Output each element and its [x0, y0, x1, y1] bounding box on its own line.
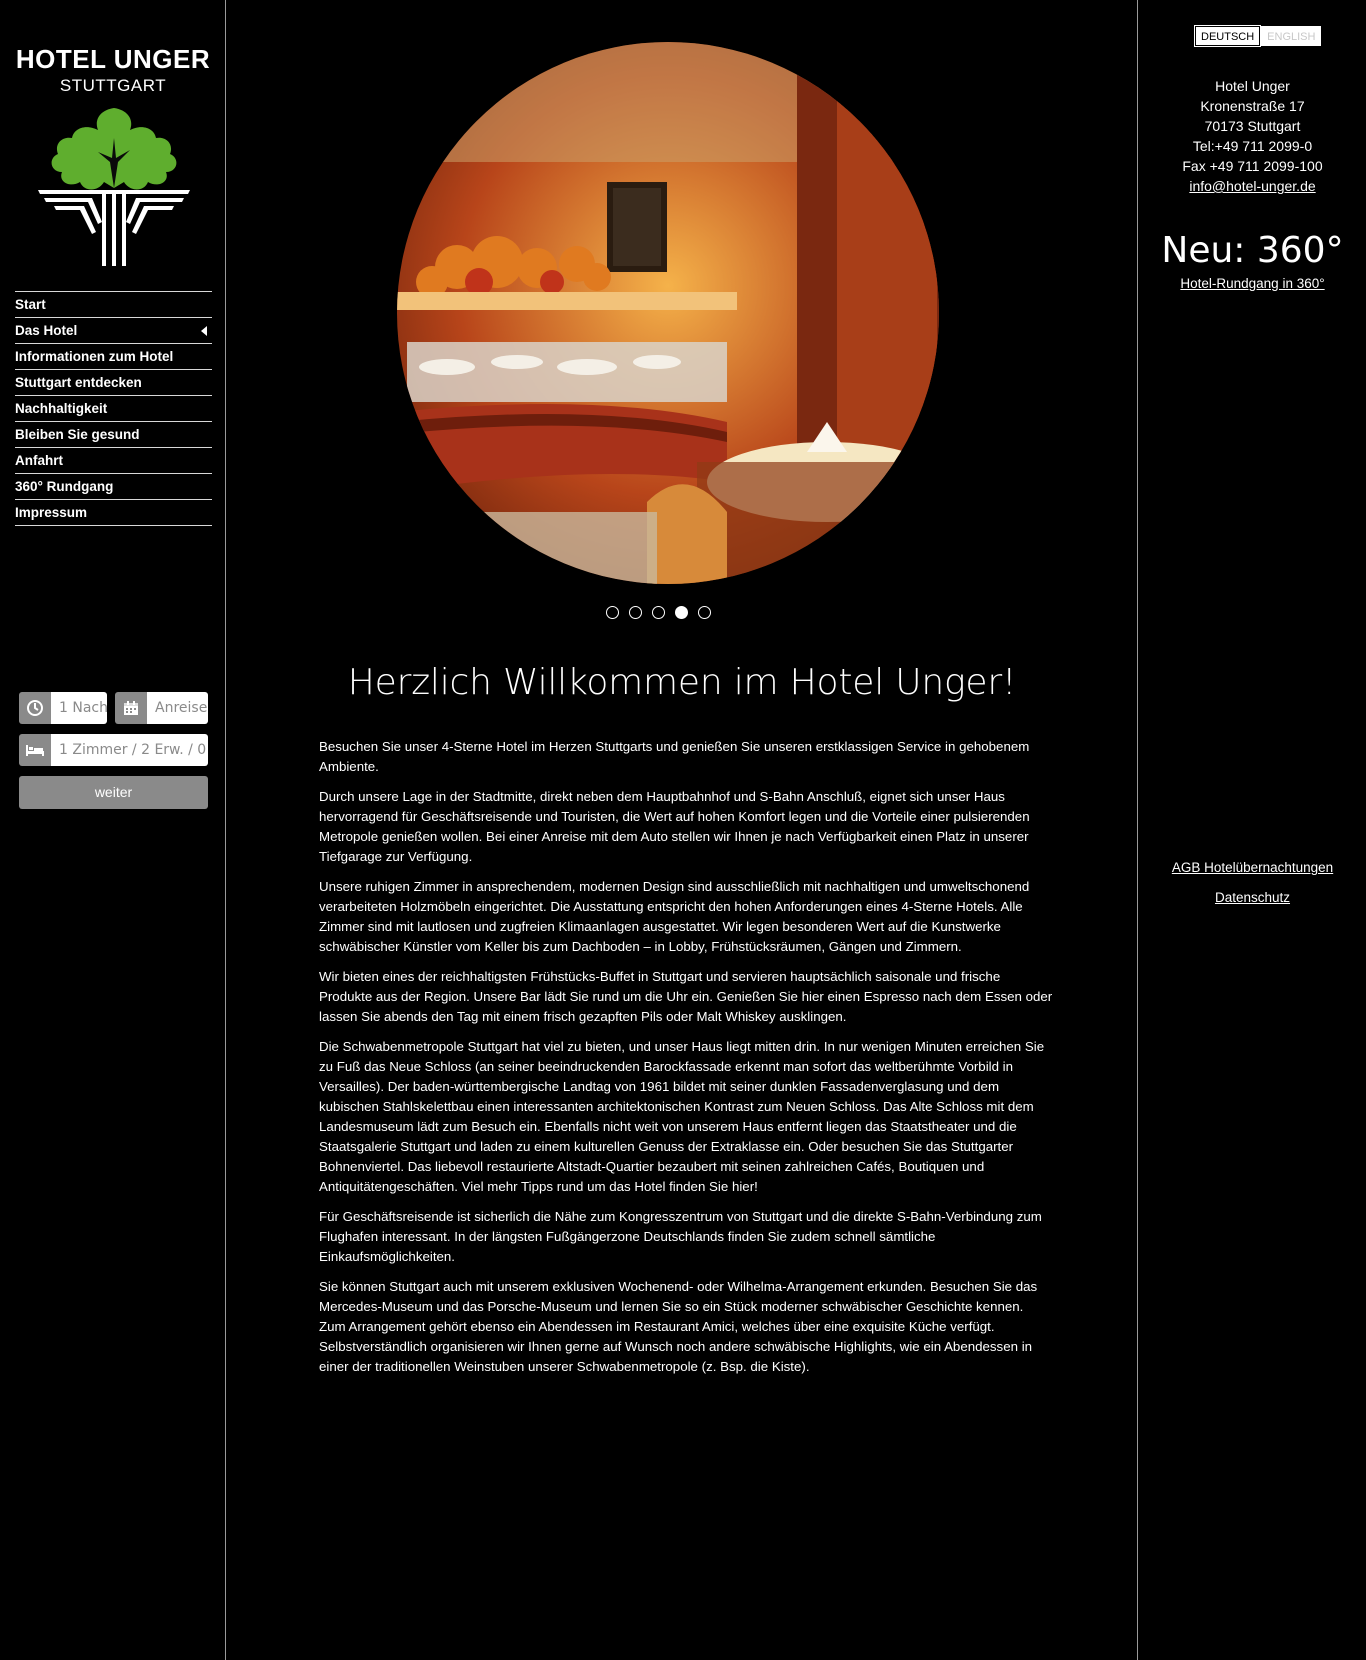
- paragraph: Für Geschäftsreisende ist sicherlich die…: [319, 1209, 1042, 1264]
- nav-item-label: Das Hotel: [15, 323, 78, 338]
- nav-item-360-rundgang[interactable]: 360° Rundgang: [15, 473, 212, 499]
- rooms-guests-field[interactable]: 1 Zimmer / 2 Erw. / 0: [51, 734, 208, 766]
- nav-item-informationen[interactable]: Informationen zum Hotel: [15, 343, 212, 369]
- nav-item-anfahrt[interactable]: Anfahrt: [15, 447, 212, 473]
- slider-pagination: [606, 606, 711, 619]
- address-name: Hotel Unger: [1215, 78, 1290, 94]
- paragraph: Sie können Stuttgart auch mit unserem ex…: [319, 1279, 1038, 1374]
- booking-row-rooms: 1 Zimmer / 2 Erw. / 0: [19, 734, 208, 766]
- nav-item-start[interactable]: Start: [15, 291, 212, 317]
- main-nav: Start Das Hotel Informationen zum Hotel …: [15, 291, 212, 526]
- paragraph: Die Schwabenmetropole Stuttgart hat viel…: [319, 1039, 1045, 1194]
- nav-item-stuttgart-entdecken[interactable]: Stuttgart entdecken: [15, 369, 212, 395]
- hotel-logo-title[interactable]: HOTEL UNGER: [0, 44, 226, 75]
- calendar-icon: [115, 692, 147, 724]
- nav-item-das-hotel[interactable]: Das Hotel: [15, 317, 212, 343]
- nav-item-label: Start: [15, 297, 46, 312]
- nav-item-label: Bleiben Sie gesund: [15, 427, 140, 442]
- paragraph: Besuchen Sie unser 4-Sterne Hotel im Her…: [319, 739, 1030, 774]
- clock-icon: [19, 692, 51, 724]
- nav-item-label: Nachhaltigkeit: [15, 401, 108, 416]
- lang-english-button[interactable]: ENGLISH: [1261, 26, 1322, 46]
- main-content: Herzlich Willkommen im Hotel Unger! Besu…: [227, 0, 1137, 1660]
- lang-deutsch-button[interactable]: DEUTSCH: [1193, 25, 1262, 47]
- paragraph: Durch unsere Lage in der Stadtmitte, dir…: [319, 789, 1030, 864]
- hotel-logo-subtitle[interactable]: STUTTGART: [0, 76, 226, 96]
- email-link[interactable]: info@hotel-unger.de: [1189, 178, 1315, 194]
- slider-dot[interactable]: [652, 606, 665, 619]
- neu-360-heading: Neu: 360°: [1161, 230, 1344, 271]
- nav-item-label: Informationen zum Hotel: [15, 349, 174, 364]
- nights-field[interactable]: 1 Nacht: [51, 692, 107, 724]
- caret-left-icon: [201, 326, 207, 336]
- datenschutz-link[interactable]: Datenschutz: [1215, 890, 1290, 905]
- slider-dot[interactable]: [606, 606, 619, 619]
- hotel-address: Hotel Unger Kronenstraße 17 70173 Stuttg…: [1138, 76, 1366, 196]
- booking-row-dates: 1 Nacht Anreise: [19, 692, 208, 724]
- arrival-field[interactable]: Anreise: [147, 692, 208, 724]
- hotel-rundgang-360-link[interactable]: Hotel-Rundgang in 360°: [1180, 276, 1324, 291]
- bed-icon: [19, 734, 51, 766]
- welcome-text: Besuchen Sie unser 4-Sterne Hotel im Her…: [319, 737, 1053, 1387]
- tree-logo-icon[interactable]: [38, 102, 190, 268]
- page-title: Herzlich Willkommen im Hotel Unger!: [347, 662, 1017, 703]
- address-city: 70173 Stuttgart: [1204, 118, 1301, 134]
- paragraph: Unsere ruhigen Zimmer in ansprechendem, …: [319, 879, 1030, 954]
- slider-dot[interactable]: [698, 606, 711, 619]
- nav-item-label: Impressum: [15, 505, 88, 520]
- language-switcher: DEUTSCH ENGLISH: [1193, 25, 1322, 47]
- nav-item-label: Anfahrt: [15, 453, 63, 468]
- left-sidebar: HOTEL UNGER STUTTGART Start Das Hotel In…: [0, 0, 226, 1660]
- hero-slider-image[interactable]: [397, 42, 939, 584]
- nav-item-label: Stuttgart entdecken: [15, 375, 142, 390]
- paragraph: Wir bieten eines der reichhaltigsten Frü…: [319, 969, 1053, 1024]
- address-street: Kronenstraße 17: [1200, 98, 1305, 114]
- agb-link[interactable]: AGB Hotelübernachtungen: [1172, 860, 1333, 875]
- nav-item-nachhaltigkeit[interactable]: Nachhaltigkeit: [15, 395, 212, 421]
- nav-item-label: 360° Rundgang: [15, 479, 114, 494]
- slider-dot-active[interactable]: [675, 606, 688, 619]
- nav-item-impressum[interactable]: Impressum: [15, 499, 212, 526]
- slider-dot[interactable]: [629, 606, 642, 619]
- right-sidebar: DEUTSCH ENGLISH Hotel Unger Kronenstraße…: [1137, 0, 1366, 1660]
- address-tel: Tel:+49 711 2099-0: [1192, 138, 1313, 154]
- booking-submit-button[interactable]: weiter: [19, 776, 208, 809]
- breakfast-buffet-photo: [397, 42, 939, 584]
- address-fax: Fax +49 711 2099-100: [1182, 158, 1323, 174]
- nav-item-bleiben-sie-gesund[interactable]: Bleiben Sie gesund: [15, 421, 212, 447]
